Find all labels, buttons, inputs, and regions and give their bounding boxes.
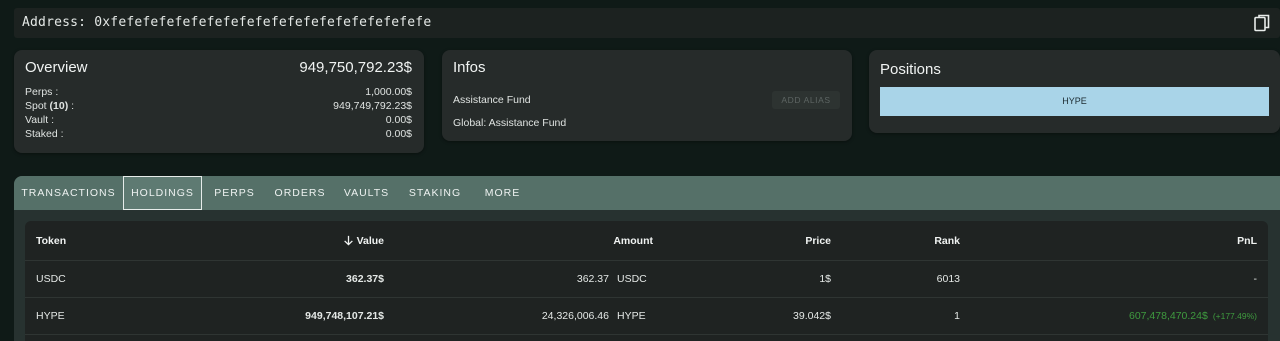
- cell-amount: 362.37 USDC: [577, 261, 653, 297]
- table-row[interactable]: HYPE 949,748,107.21$ 24,326,006.46 HYPE …: [25, 298, 1268, 335]
- spot-count: (10): [49, 100, 69, 112]
- amount-number: 24,326,006.46: [541, 310, 609, 322]
- overview-value: 0.00$: [385, 114, 412, 126]
- overview-value: 0.00$: [385, 128, 412, 140]
- positions-card: Positions HYPE: [869, 50, 1280, 133]
- overview-label: Staked :: [25, 128, 64, 140]
- cell-token: HYPE: [36, 310, 65, 322]
- cell-pnl: -: [1254, 261, 1258, 297]
- column-value-label: Value: [356, 234, 384, 247]
- alias-name: Assistance Fund: [453, 94, 531, 106]
- infos-card: Infos Assistance Fund ADD ALIAS Global: …: [442, 50, 852, 141]
- pnl-value: 607,478,470.24$: [1128, 310, 1208, 322]
- address-text: Address: 0xfefefefefefefefefefefefefefef…: [22, 15, 432, 30]
- column-value[interactable]: Value: [343, 221, 384, 260]
- overview-label: Vault :: [25, 114, 54, 126]
- column-pnl[interactable]: PnL: [1237, 221, 1257, 260]
- overview-row-spot: Spot (10) : 949,749,792.23$: [25, 100, 412, 114]
- column-price[interactable]: Price: [805, 221, 831, 260]
- tab-perps[interactable]: PERPS: [202, 176, 267, 210]
- add-alias-button[interactable]: ADD ALIAS: [772, 91, 840, 109]
- amount-number: 362.37: [576, 273, 609, 285]
- amount-symbol: USDC: [617, 273, 647, 285]
- overview-title: Overview: [25, 59, 88, 76]
- tab-bar: TRANSACTIONS HOLDINGS PERPS ORDERS VAULT…: [14, 176, 1280, 210]
- cell-value: 362.37$: [346, 273, 384, 285]
- tabs-panel: TRANSACTIONS HOLDINGS PERPS ORDERS VAULT…: [14, 176, 1280, 341]
- table-header: Token Value Amount Price Rank PnL: [25, 221, 1268, 261]
- column-rank[interactable]: Rank: [934, 221, 960, 260]
- pnl-percent: (+177.49%): [1212, 311, 1257, 321]
- column-amount[interactable]: Amount: [613, 221, 653, 260]
- copy-icon[interactable]: [1254, 14, 1270, 32]
- overview-value: 949,749,792.23$: [333, 100, 412, 112]
- table-row[interactable]: USDC 362.37$ 362.37 USDC 1$ 6013 -: [25, 261, 1268, 298]
- overview-label: Spot (10) :: [25, 100, 75, 112]
- tab-staking[interactable]: STAKING: [400, 176, 470, 210]
- holdings-table: Token Value Amount Price Rank PnL USDC 3…: [25, 221, 1268, 341]
- cell-rank: 6013: [936, 273, 960, 285]
- tab-more[interactable]: MORE: [470, 176, 535, 210]
- positions-title: Positions: [880, 61, 941, 78]
- overview-total: 949,750,792.23$: [299, 59, 412, 76]
- column-token[interactable]: Token: [36, 221, 66, 260]
- overview-value: 1,000.00$: [365, 86, 412, 98]
- arrow-down-icon: [343, 235, 353, 246]
- cell-price: 39.042$: [793, 310, 831, 322]
- amount-symbol: HYPE: [617, 310, 646, 322]
- tab-vaults[interactable]: VAULTS: [333, 176, 400, 210]
- overview-row-vault: Vault : 0.00$: [25, 114, 412, 128]
- overview-row-staked: Staked : 0.00$: [25, 128, 412, 142]
- overview-row-perps: Perps : 1,000.00$: [25, 86, 412, 100]
- position-chip-hype[interactable]: HYPE: [880, 87, 1269, 116]
- address-bar: Address: 0xfefefefefefefefefefefefefefef…: [14, 8, 1280, 38]
- cell-pnl: 607,478,470.24$ (+177.49%): [1129, 298, 1257, 334]
- cell-token: USDC: [36, 273, 66, 285]
- pnl-value: -: [1253, 273, 1258, 285]
- overview-card: Overview 949,750,792.23$ Perps : 1,000.0…: [14, 50, 424, 153]
- infos-title: Infos: [453, 59, 486, 76]
- cell-rank: 1: [954, 310, 960, 322]
- tab-holdings[interactable]: HOLDINGS: [123, 176, 202, 210]
- overview-label: Perps :: [25, 86, 59, 98]
- global-alias: Global: Assistance Fund: [453, 117, 567, 129]
- tab-orders[interactable]: ORDERS: [267, 176, 333, 210]
- cell-price: 1$: [819, 273, 831, 285]
- cell-value: 949,748,107.21$: [305, 310, 384, 322]
- cell-amount: 24,326,006.46 HYPE: [542, 298, 653, 334]
- tab-transactions[interactable]: TRANSACTIONS: [14, 176, 123, 210]
